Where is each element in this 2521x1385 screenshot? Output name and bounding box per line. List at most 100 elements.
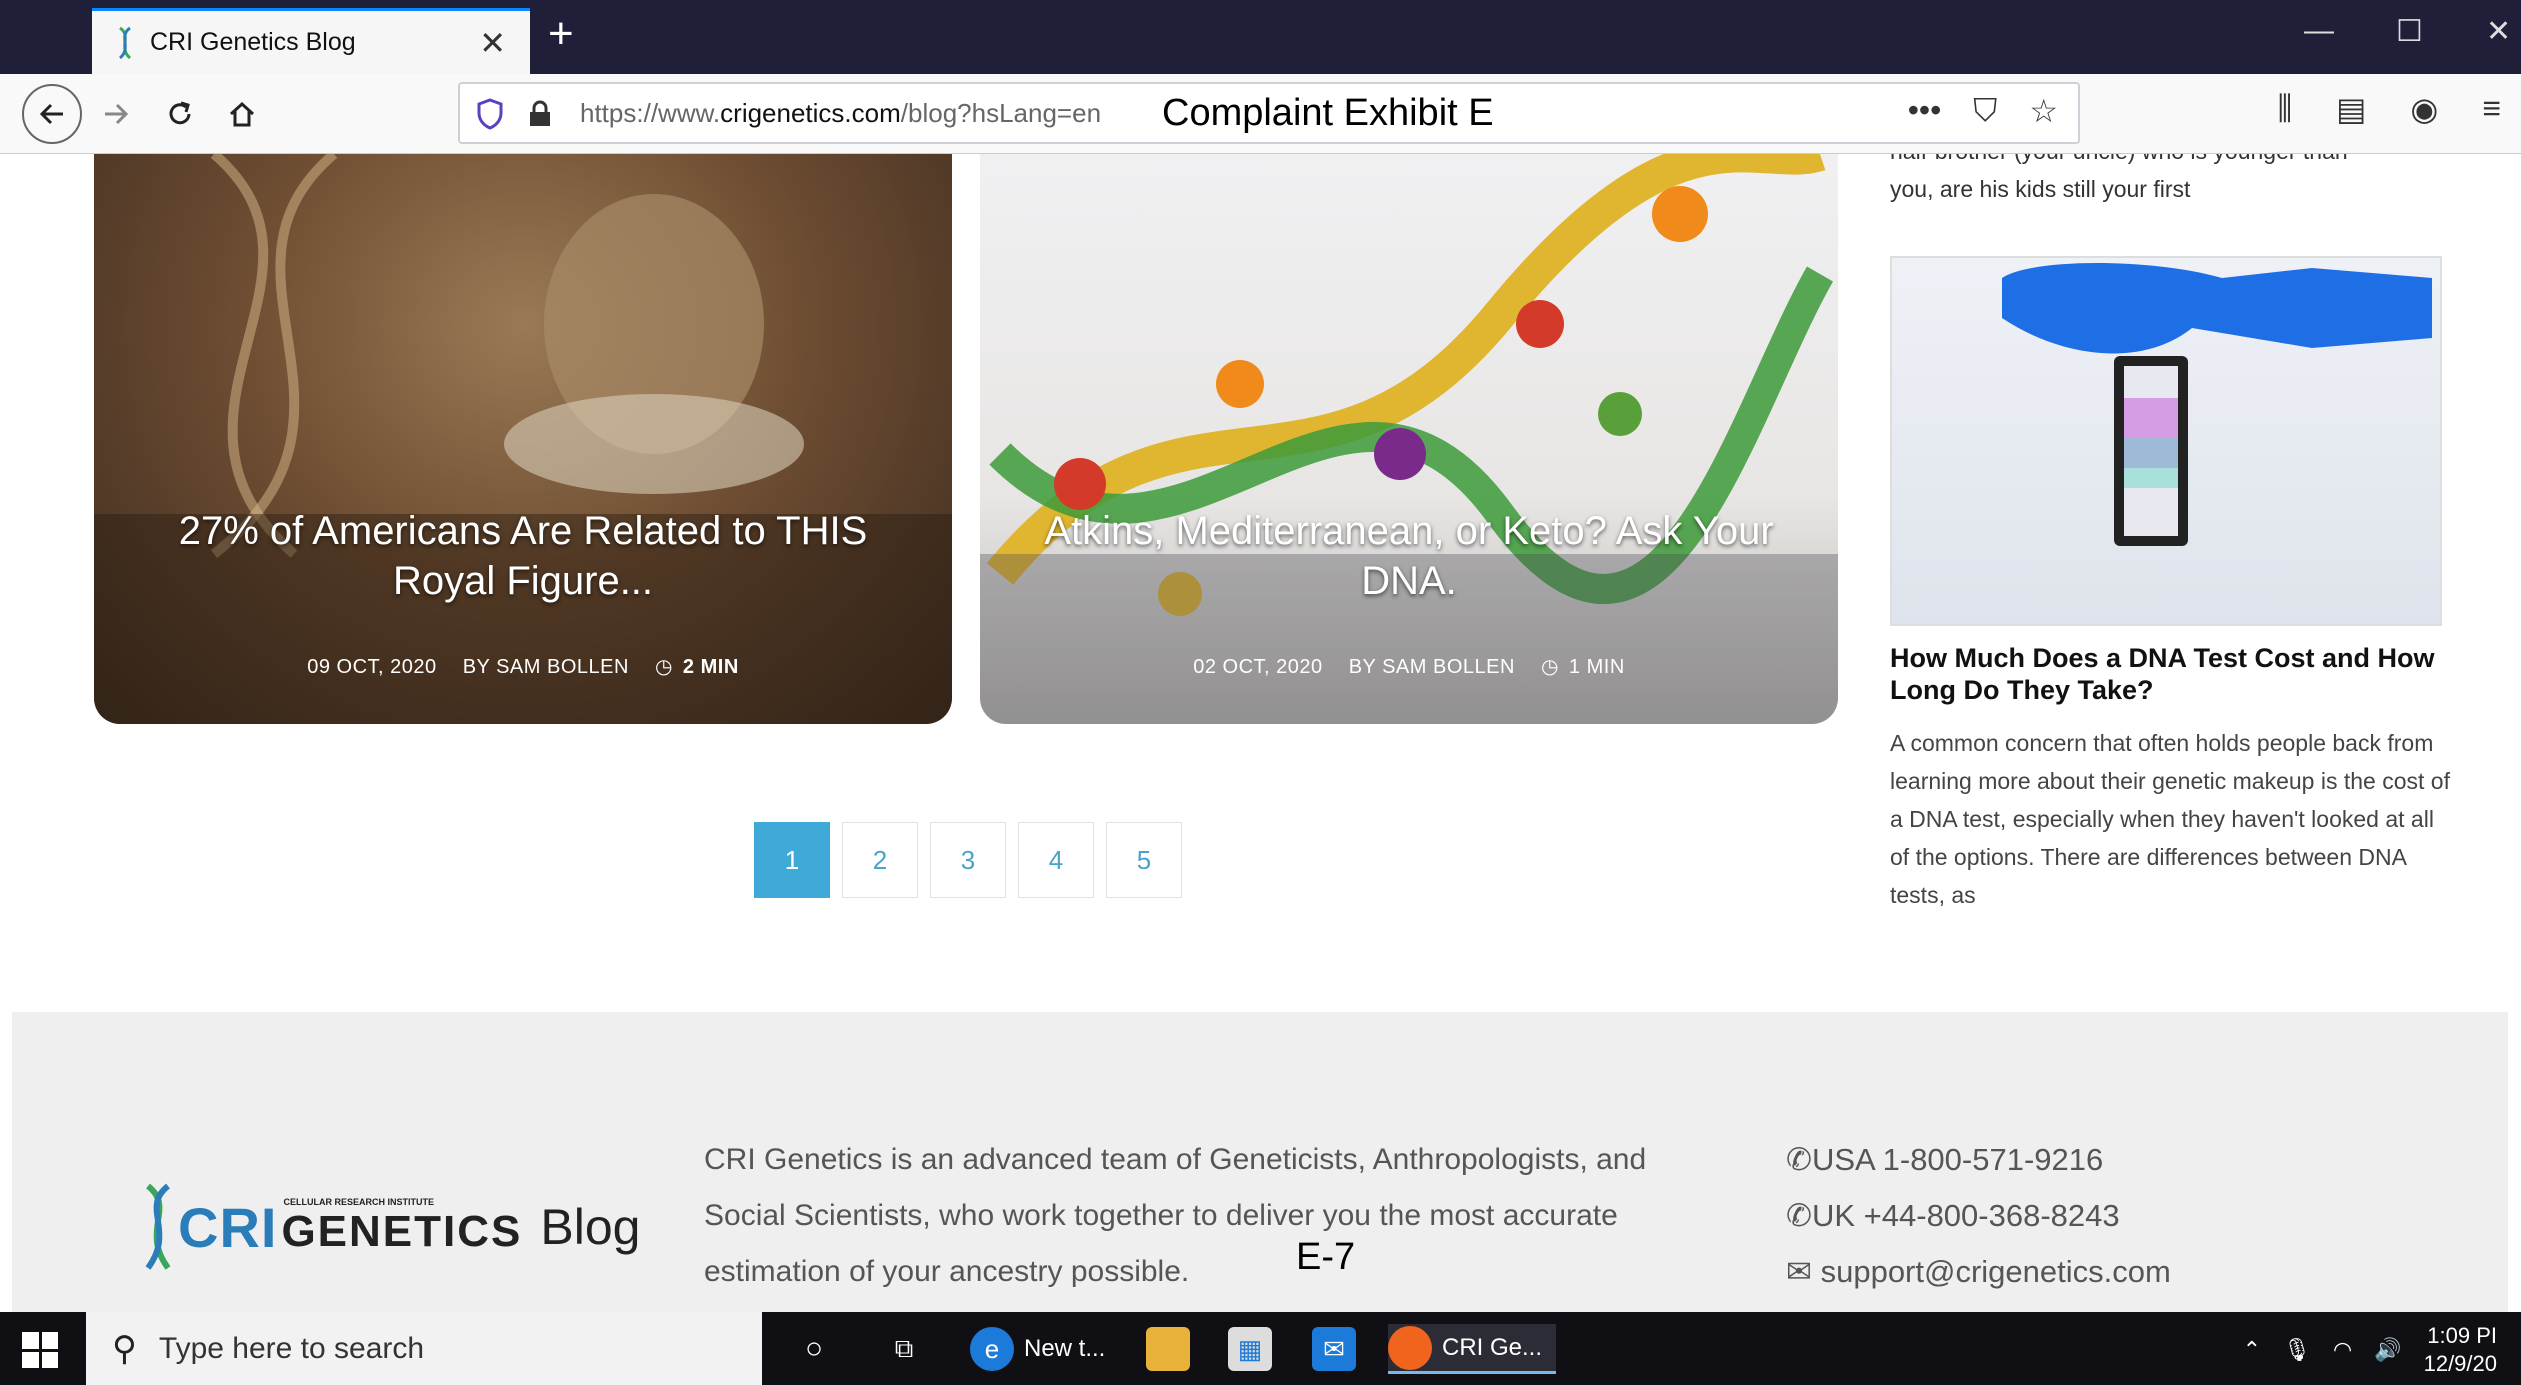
windows-taskbar: ⚲ Type here to search ○ ⧉ e New t... ▦ ✉… — [0, 1312, 2521, 1385]
tab-title: CRI Genetics Blog — [150, 28, 356, 56]
logo-small-text: CELLULAR RESEARCH INSTITUTE — [283, 1197, 434, 1207]
reload-icon — [169, 101, 191, 125]
bookmark-star-icon[interactable]: ☆ — [2029, 92, 2058, 130]
dna-test-image[interactable] — [1890, 256, 2442, 626]
phone-uk[interactable]: ✆UK +44-800-368-8243 — [1786, 1188, 2171, 1244]
logo-genetics-block: CELLULAR RESEARCH INSTITUTE GENETICS — [277, 1197, 522, 1257]
phone-usa[interactable]: ✆USA 1-800-571-9216 — [1786, 1132, 2171, 1188]
maximize-icon[interactable]: ☐ — [2396, 14, 2423, 49]
envelope-icon: ✉ — [1786, 1254, 1821, 1289]
menu-icon[interactable]: ≡ — [2482, 90, 2501, 128]
blog-card-diet[interactable]: Atkins, Mediterranean, or Keto? Ask Your… — [980, 154, 1838, 724]
file-explorer-icon[interactable] — [1146, 1324, 1190, 1374]
dna-logo-icon — [145, 1183, 171, 1270]
browser-tab-strip: CRI Genetics Blog ✕ + — ☐ ✕ — [0, 0, 2521, 74]
card-read-time: 2 MIN — [682, 656, 739, 678]
clock-icon: ◷ — [1540, 656, 1559, 678]
card-author: BY SAM BOLLEN — [1348, 656, 1515, 678]
mail-icon[interactable]: ✉ — [1312, 1324, 1356, 1374]
windows-start-icon[interactable] — [22, 1332, 58, 1368]
page-button-1[interactable]: 1 — [754, 822, 830, 898]
cri-genetics-logo[interactable]: CRI CELLULAR RESEARCH INSTITUTE GENETICS… — [138, 1182, 640, 1272]
page-button-3[interactable]: 3 — [930, 822, 1006, 898]
system-tray: ⌃ 🎙 ◠ 🔊 1:09 PI 12/9/20 — [2243, 1322, 2497, 1378]
store-icon[interactable]: ▦ — [1228, 1324, 1272, 1374]
phone-icon: ✆ — [1786, 1142, 1812, 1177]
sidebar-post-title[interactable]: How Much Does a DNA Test Cost and How Lo… — [1890, 642, 2450, 706]
minimize-icon[interactable]: — — [2304, 14, 2334, 48]
phone-icon: ✆ — [1786, 1198, 1812, 1233]
volume-icon[interactable]: 🔊 — [2374, 1337, 2401, 1363]
excerpt-line: you, are his kids still your first — [1890, 176, 2191, 202]
card-date: 09 OCT, 2020 — [307, 656, 437, 678]
url-domain: crigenetics.com — [720, 97, 901, 128]
card-author: BY SAM BOLLEN — [462, 656, 629, 678]
clock-date: 12/9/20 — [2423, 1351, 2497, 1376]
card-title[interactable]: Atkins, Mediterranean, or Keto? Ask Your… — [1020, 506, 1798, 606]
royal-portrait-image — [94, 154, 952, 724]
browser-nav-bar: https://www.crigenetics.com/blog?hsLang=… — [0, 74, 2521, 154]
microphone-icon[interactable]: 🎙 — [2283, 1337, 2311, 1363]
browser-toolbar-right: ⫼ ▤ ◉ ≡ — [2277, 90, 2501, 128]
pagination: 1 2 3 4 5 — [754, 822, 1182, 898]
more-actions-icon[interactable]: ••• — [1908, 92, 1942, 130]
address-bar[interactable]: https://www.crigenetics.com/blog?hsLang=… — [458, 82, 2080, 144]
home-button[interactable] — [218, 90, 266, 138]
taskbar-edge[interactable]: e New t... — [970, 1324, 1105, 1374]
blog-card-royal[interactable]: 27% of Americans Are Related to THIS Roy… — [94, 154, 952, 724]
email-text: support@crigenetics.com — [1820, 1254, 2171, 1289]
excerpt-line: half-brother (your uncle) who is younger… — [1890, 154, 2450, 170]
logo-cri-text: CRI — [178, 1195, 278, 1259]
reload-button[interactable] — [156, 90, 204, 138]
task-view-icon[interactable]: ⧉ — [882, 1324, 926, 1374]
email-link[interactable]: ✉ support@crigenetics.com — [1786, 1244, 2171, 1300]
page-button-4[interactable]: 4 — [1018, 822, 1094, 898]
url-text: https://www.crigenetics.com/blog?hsLang=… — [580, 98, 1140, 129]
taskbar-search[interactable]: ⚲ Type here to search — [86, 1312, 762, 1385]
url-actions: ••• ⛉ ☆ — [1908, 92, 2058, 130]
exhibit-page-label: E-7 — [1296, 1236, 1356, 1278]
chevron-up-icon[interactable]: ⌃ — [2243, 1337, 2261, 1363]
clock[interactable]: 1:09 PI 12/9/20 — [2424, 1322, 2497, 1378]
lock-icon — [530, 100, 550, 126]
pocket-icon[interactable]: ⛉ — [1973, 92, 1997, 130]
close-window-icon[interactable]: ✕ — [2486, 14, 2511, 49]
account-icon[interactable]: ◉ — [2410, 90, 2438, 128]
back-button[interactable] — [22, 84, 82, 144]
taskbar-search-placeholder: Type here to search — [158, 1331, 425, 1365]
card-meta: 02 OCT, 2020 BY SAM BOLLEN ◷ 1 MIN — [980, 654, 1838, 679]
search-icon: ⚲ — [112, 1329, 137, 1368]
taskbar-edge-label: New t... — [1024, 1335, 1106, 1362]
new-tab-button[interactable]: + — [548, 12, 574, 56]
card-read-time: 1 MIN — [1568, 656, 1625, 678]
footer-about: CRI Genetics is an advanced team of Gene… — [704, 1143, 1647, 1288]
browser-tab[interactable]: CRI Genetics Blog ✕ — [92, 8, 530, 74]
wifi-icon[interactable]: ◠ — [2333, 1337, 2352, 1363]
firefox-icon — [1388, 1325, 1432, 1370]
library-icon[interactable]: ⫼ — [2277, 90, 2292, 128]
card-date: 02 OCT, 2020 — [1193, 656, 1323, 678]
page-button-5[interactable]: 5 — [1106, 822, 1182, 898]
shield-icon[interactable] — [476, 98, 504, 130]
site-footer: CRI CELLULAR RESEARCH INSTITUTE GENETICS… — [12, 1012, 2508, 1312]
arrow-left-icon — [39, 103, 63, 125]
gloved-hand-test-strip-image — [2002, 263, 2432, 546]
clock-icon: ◷ — [654, 656, 673, 678]
clock-time: 1:09 PI — [2427, 1323, 2497, 1348]
logo-genetics-text: GENETICS — [281, 1207, 523, 1256]
taskbar-firefox[interactable]: CRI Ge... — [1388, 1324, 1557, 1374]
sidebar-icon[interactable]: ▤ — [2336, 90, 2366, 128]
phone-uk-text: UK +44-800-368-8243 — [1811, 1198, 2120, 1233]
phone-usa-text: USA 1-800-571-9216 — [1811, 1142, 2104, 1177]
dna-favicon-icon — [118, 26, 132, 59]
sidebar-post-excerpt: A common concern that often holds people… — [1890, 730, 2450, 908]
exhibit-overlay-text: Complaint Exhibit E — [1162, 91, 1494, 134]
fruit-dna-image — [980, 154, 1838, 724]
cortana-icon[interactable]: ○ — [792, 1324, 836, 1374]
logo-blog-text: Blog — [540, 1199, 641, 1255]
screen: CRI Genetics Blog ✕ + — ☐ ✕ https://www.… — [0, 0, 2521, 1385]
page-button-2[interactable]: 2 — [842, 822, 918, 898]
tab-close-icon[interactable]: ✕ — [479, 24, 506, 62]
forward-button[interactable] — [92, 90, 140, 138]
card-title[interactable]: 27% of Americans Are Related to THIS Roy… — [134, 506, 912, 606]
